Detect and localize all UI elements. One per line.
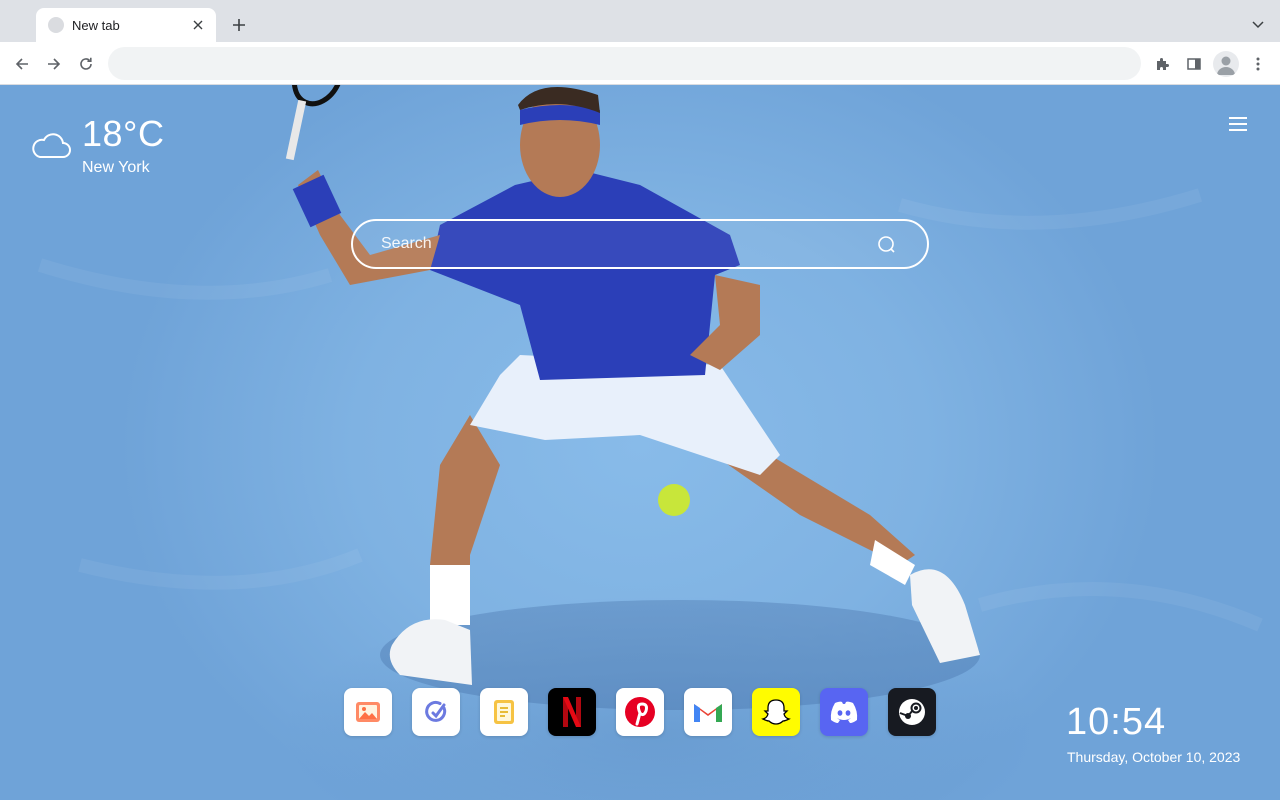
tab-new-tab[interactable]: New tab [36,8,216,42]
netflix-icon [563,697,581,727]
tab-title: New tab [72,17,120,33]
image-icon [356,702,380,722]
shortcut-pinterest[interactable] [616,688,664,736]
search-input[interactable] [381,233,861,255]
address-bar-input[interactable] [108,47,1141,80]
weather-city: New York [82,159,150,176]
shortcut-steam[interactable] [888,688,936,736]
browser-toolbar [0,42,1280,85]
profile-avatar-icon[interactable] [1213,51,1239,77]
shortcut-netflix[interactable] [548,688,596,736]
shortcut-notes[interactable] [480,688,528,736]
weather-widget[interactable]: 18°C New York [30,113,190,183]
new-tab-page: 18°C New York Search 10:54 Thursday, Oct… [0,85,1280,800]
back-arrow-icon[interactable] [9,51,35,77]
weather-temperature: 18°C [82,113,165,154]
clock-date: Thursday, October 10, 2023 [1067,749,1241,765]
checkmark-circle-icon [425,700,447,722]
tab-strip: New tab [0,0,1280,42]
shortcut-tasks[interactable] [412,688,460,736]
search-box [351,219,929,269]
cloud-icon [32,133,71,158]
tab-favicon-icon [48,17,64,33]
shortcut-dock [344,688,944,736]
gmail-icon [694,704,722,722]
tab-close-icon[interactable] [190,17,206,33]
search-icon[interactable] [877,235,897,255]
reload-icon[interactable] [73,51,99,77]
tab-search-chevron-down-icon[interactable] [1248,14,1268,36]
pinterest-icon [625,697,655,727]
snapchat-icon [761,699,791,725]
clock-time: 10:54 [1066,701,1167,743]
steam-icon [899,699,925,725]
new-tab-plus-icon[interactable] [228,14,250,36]
forward-arrow-icon[interactable] [41,51,67,77]
more-options-kebab-icon[interactable] [1245,51,1271,77]
extensions-puzzle-icon[interactable] [1149,51,1175,77]
hamburger-menu-icon[interactable] [1228,115,1250,133]
shortcut-photos[interactable] [344,688,392,736]
shortcut-gmail[interactable] [684,688,732,736]
discord-icon [830,701,858,723]
shortcut-snapchat[interactable] [752,688,800,736]
shortcut-discord[interactable] [820,688,868,736]
side-panel-icon[interactable] [1181,51,1207,77]
notepad-icon [494,700,514,724]
